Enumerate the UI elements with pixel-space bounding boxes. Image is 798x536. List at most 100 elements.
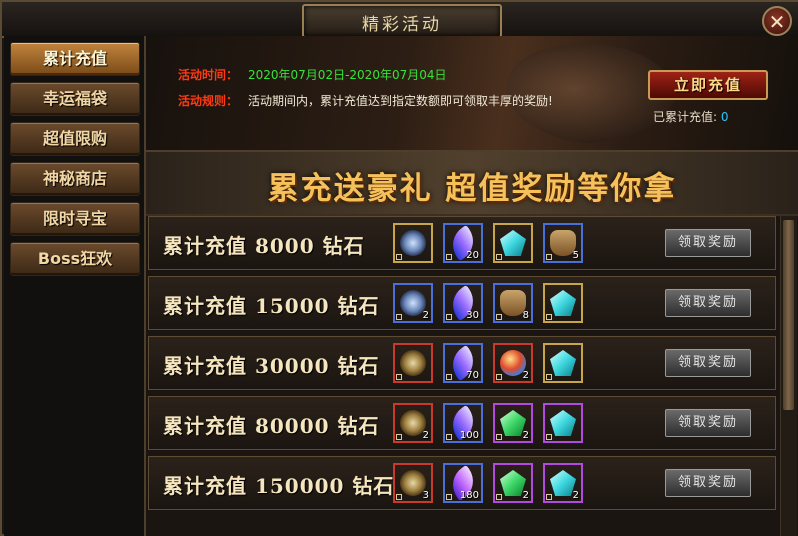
lock-icon: [496, 434, 502, 440]
lock-icon: [446, 314, 452, 320]
reward-row: 累计充值 15000 钻石 2 30 8 领取奖励: [148, 276, 776, 330]
lock-icon: [496, 314, 502, 320]
lock-icon: [446, 494, 452, 500]
claim-reward-button[interactable]: 领取奖励: [665, 469, 751, 497]
lock-icon: [446, 254, 452, 260]
item-count: 2: [572, 490, 579, 501]
reward-row: 累计充值 150000 钻石 3 180 2 2 领取奖励: [148, 456, 776, 510]
title-plate: 精彩活动: [302, 4, 502, 38]
lock-icon: [546, 434, 552, 440]
event-banner: 活动时间： 2020年07月02日-2020年07月04日 活动规则： 活动期间…: [146, 36, 798, 152]
lock-icon: [446, 434, 452, 440]
sidebar-item-treasure-hunt[interactable]: 限时寻宝: [10, 202, 140, 236]
scrollbar[interactable]: [780, 216, 797, 536]
reward-item-slot[interactable]: 30: [443, 283, 483, 323]
row-label: 累计充值 8000 钻石: [163, 234, 365, 258]
item-count: 3: [422, 490, 429, 501]
item-count: 8: [522, 310, 529, 321]
lock-icon: [396, 314, 402, 320]
total-value: 0: [720, 110, 729, 124]
item-count: 2: [522, 490, 529, 501]
reward-item-slot[interactable]: 3: [393, 463, 433, 503]
reward-item-slot[interactable]: [543, 343, 583, 383]
item-count: 20: [466, 250, 479, 261]
row-label: 累计充值 150000 钻石: [163, 474, 395, 498]
promo-headline: 累充送豪礼 超值奖励等你拿: [146, 152, 798, 216]
sidebar-item-lucky-bag[interactable]: 幸运福袋: [10, 82, 140, 116]
lock-icon: [396, 254, 402, 260]
sidebar-item-mystery-shop[interactable]: 神秘商店: [10, 162, 140, 196]
recharge-now-button[interactable]: 立即充值: [648, 70, 768, 100]
item-count: 2: [422, 430, 429, 441]
item-count: 100: [459, 430, 479, 441]
reward-item-slot[interactable]: [543, 403, 583, 443]
coin-icon: [400, 230, 426, 256]
row-label: 累计充值 15000 钻石: [163, 294, 380, 318]
close-icon: ✕: [768, 10, 786, 34]
lock-icon: [396, 494, 402, 500]
rule-value: 活动期间内，累计充值达到指定数额即可领取丰厚的奖励!: [248, 94, 553, 108]
lock-icon: [546, 314, 552, 320]
crystal-icon: [550, 350, 576, 376]
main-panel: 活动时间： 2020年07月02日-2020年07月04日 活动规则： 活动期间…: [146, 36, 798, 536]
reward-item-slot[interactable]: 5: [543, 223, 583, 263]
claim-reward-button[interactable]: 领取奖励: [665, 349, 751, 377]
reward-item-slot[interactable]: 2: [393, 403, 433, 443]
item-count: 2: [422, 310, 429, 321]
sidebar-item-boss-carnival[interactable]: Boss狂欢: [10, 242, 140, 276]
reward-item-slot[interactable]: 20: [443, 223, 483, 263]
reward-item-slot[interactable]: 100: [443, 403, 483, 443]
time-label: 活动时间：: [178, 68, 239, 82]
reward-item-slot[interactable]: [543, 283, 583, 323]
item-count: 2: [522, 370, 529, 381]
lock-icon: [546, 254, 552, 260]
lock-icon: [496, 494, 502, 500]
total-label: 已累计充值:: [653, 110, 721, 124]
reward-item-slot[interactable]: 2: [493, 403, 533, 443]
crystal-icon: [550, 290, 576, 316]
total-recharged: 已累计充值: 0: [653, 108, 729, 125]
reward-item-slot[interactable]: 2: [393, 283, 433, 323]
reward-item-slot[interactable]: [493, 223, 533, 263]
lock-icon: [396, 434, 402, 440]
close-button[interactable]: ✕: [762, 6, 792, 36]
claim-reward-button[interactable]: 领取奖励: [665, 409, 751, 437]
reward-row: 累计充值 30000 钻石 70 2 领取奖励: [148, 336, 776, 390]
reward-item-slot[interactable]: [393, 223, 433, 263]
item-count: 5: [572, 250, 579, 261]
sidebar-item-limited-buy[interactable]: 超值限购: [10, 122, 140, 156]
reward-row: 累计充值 8000 钻石 20 5 领取奖励: [148, 216, 776, 270]
reward-item-slot[interactable]: 2: [543, 463, 583, 503]
headline-text: 累充送豪礼 超值奖励等你拿: [267, 171, 677, 207]
claim-reward-button[interactable]: 领取奖励: [665, 289, 751, 317]
lock-icon: [396, 374, 402, 380]
rule-label: 活动规则：: [178, 94, 239, 108]
reward-item-slot[interactable]: 70: [443, 343, 483, 383]
item-count: 2: [522, 430, 529, 441]
title-bar: 精彩活动: [2, 2, 798, 38]
reward-item-slot[interactable]: [393, 343, 433, 383]
reward-item-slot[interactable]: 2: [493, 463, 533, 503]
crystal-icon: [500, 230, 526, 256]
reward-item-slot[interactable]: 2: [493, 343, 533, 383]
sidebar-item-recharge[interactable]: 累计充值: [10, 42, 140, 76]
claim-reward-button[interactable]: 领取奖励: [665, 229, 751, 257]
reward-list[interactable]: 累计充值 8000 钻石 20 5 领取奖励 累计充值 15000 钻石 2 30 8 领取奖励…: [148, 216, 778, 536]
lock-icon: [496, 374, 502, 380]
scrollbar-thumb[interactable]: [783, 220, 794, 410]
crystal-icon: [550, 410, 576, 436]
lock-icon: [546, 494, 552, 500]
reward-item-slot[interactable]: 180: [443, 463, 483, 503]
activity-window: 精彩活动 ✕ 累计充值 幸运福袋 超值限购 神秘商店 限时寻宝 Boss狂欢 活…: [0, 0, 798, 536]
lock-icon: [446, 374, 452, 380]
lock-icon: [496, 254, 502, 260]
row-label: 累计充值 80000 钻石: [163, 414, 380, 438]
item-count: 30: [466, 310, 479, 321]
item-count: 70: [466, 370, 479, 381]
reward-item-slot[interactable]: 8: [493, 283, 533, 323]
reward-row: 累计充值 80000 钻石 2 100 2 领取奖励: [148, 396, 776, 450]
time-value: 2020年07月02日-2020年07月04日: [248, 68, 447, 82]
sidebar: 累计充值 幸运福袋 超值限购 神秘商店 限时寻宝 Boss狂欢: [4, 36, 146, 536]
item-count: 180: [459, 490, 479, 501]
medallion-icon: [400, 350, 426, 376]
